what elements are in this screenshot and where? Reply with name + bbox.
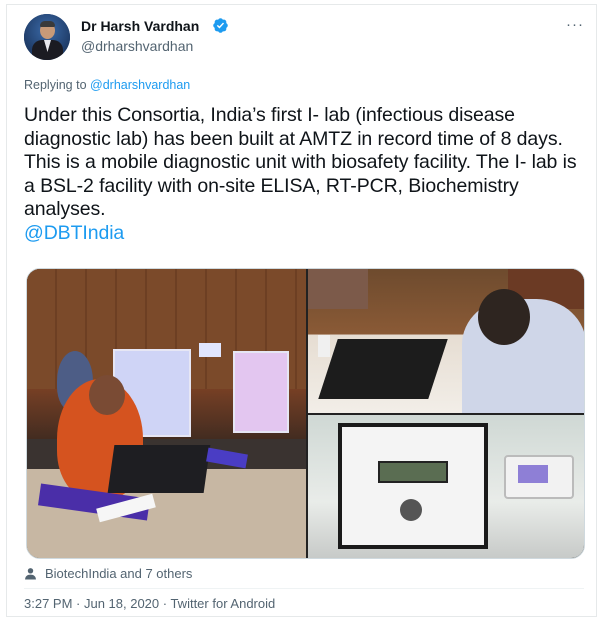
replying-prefix: Replying to [24,78,91,92]
tweet-text: Under this Consortia, India’s first I- l… [24,104,584,245]
timestamp[interactable]: 3:27 PM · Jun 18, 2020 · Twitter for And… [24,596,275,611]
author-name[interactable]: Dr Harsh Vardhan [81,18,199,34]
more-options-icon[interactable]: ··· [566,16,584,33]
mention-link[interactable]: @DBTIndia [24,222,584,246]
reply-target-link[interactable]: @drharshvardhan [90,78,190,92]
author-handle[interactable]: @drharshvardhan [81,38,193,54]
media-grid [26,268,585,559]
tweet-body: Under this Consortia, India’s first I- l… [24,104,577,220]
liked-by-text: BiotechIndia and 7 others [45,566,193,581]
avatar[interactable] [24,14,70,60]
minister-inspection-photo[interactable] [308,269,584,413]
replying-to: Replying to @drharshvardhan [24,78,190,92]
verified-badge-icon [213,18,228,33]
person-icon [25,568,36,580]
diagnostic-equipment-photo[interactable] [308,415,584,558]
divider [24,588,584,589]
liked-by[interactable]: BiotechIndia and 7 others [24,566,192,581]
lab-meeting-photo[interactable] [27,269,306,558]
